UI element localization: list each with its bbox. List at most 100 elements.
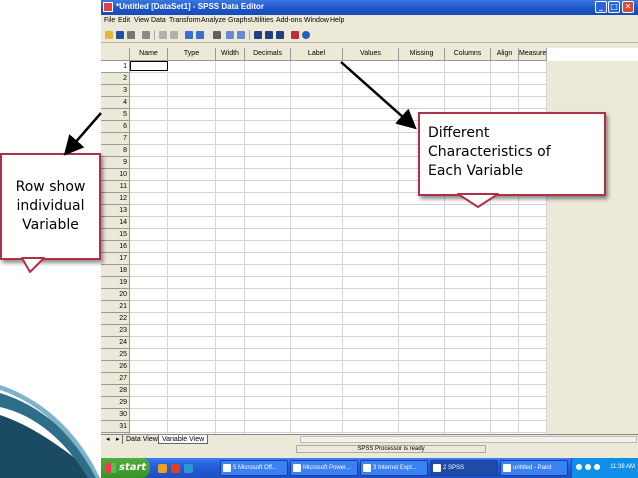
- insert-variable-icon[interactable]: [237, 31, 245, 39]
- task-microsoft-office[interactable]: 5 Microsoft Off...: [220, 460, 288, 476]
- column-header-width[interactable]: Width: [216, 48, 245, 61]
- column-header-columns[interactable]: Columns: [445, 48, 491, 61]
- menu-data[interactable]: Data: [151, 17, 166, 24]
- row-header[interactable]: 29: [101, 397, 130, 409]
- row-header[interactable]: 15: [101, 229, 130, 241]
- goto-case-icon[interactable]: [185, 31, 193, 39]
- windows-logo-icon: [106, 463, 116, 473]
- variables-icon[interactable]: [196, 31, 204, 39]
- select-cases-icon[interactable]: [276, 31, 284, 39]
- row-header[interactable]: 21: [101, 301, 130, 313]
- column-header-values[interactable]: Values: [343, 48, 399, 61]
- column-header-align[interactable]: Align: [491, 48, 519, 61]
- column-header-name[interactable]: Name: [130, 48, 168, 61]
- row-header[interactable]: 23: [101, 325, 130, 337]
- task-paint[interactable]: untitled - Paint: [500, 460, 568, 476]
- value-labels-icon[interactable]: [291, 31, 299, 39]
- insert-cases-icon[interactable]: [226, 31, 234, 39]
- row-header[interactable]: 26: [101, 361, 130, 373]
- task-powerpoint[interactable]: Microsoft Power...: [290, 460, 358, 476]
- row-header[interactable]: 28: [101, 385, 130, 397]
- row-header[interactable]: 25: [101, 349, 130, 361]
- row-header[interactable]: 16: [101, 241, 130, 253]
- row-header[interactable]: 10: [101, 169, 130, 181]
- menu-utilities[interactable]: Utilities: [251, 17, 274, 24]
- row-header[interactable]: 4: [101, 97, 130, 109]
- column-header-missing[interactable]: Missing: [399, 48, 445, 61]
- quicklaunch-media-icon[interactable]: [171, 464, 180, 473]
- grid-row-line: [130, 384, 546, 385]
- open-icon[interactable]: [105, 31, 113, 39]
- tray-network-icon[interactable]: [576, 464, 582, 470]
- row-header[interactable]: 18: [101, 265, 130, 277]
- row-header[interactable]: 17: [101, 253, 130, 265]
- row-header[interactable]: 1: [101, 61, 130, 73]
- spss-icon: [433, 464, 441, 472]
- active-cell[interactable]: [130, 61, 168, 71]
- tab-nav-first[interactable]: ◂: [103, 435, 113, 444]
- row-header[interactable]: 7: [101, 133, 130, 145]
- menu-analyze[interactable]: Analyze: [201, 17, 226, 24]
- column-header-type[interactable]: Type: [168, 48, 216, 61]
- toolbar: [101, 27, 638, 43]
- menu-view[interactable]: View: [134, 17, 149, 24]
- undo-icon[interactable]: [159, 31, 167, 39]
- row-header[interactable]: 12: [101, 193, 130, 205]
- use-sets-icon[interactable]: [302, 31, 310, 39]
- grid-row-line: [130, 420, 546, 421]
- grid-corner[interactable]: [101, 48, 130, 61]
- row-header[interactable]: 5: [101, 109, 130, 121]
- split-file-icon[interactable]: [254, 31, 262, 39]
- row-header[interactable]: 20: [101, 289, 130, 301]
- row-header[interactable]: 22: [101, 313, 130, 325]
- start-button[interactable]: start: [101, 458, 150, 478]
- column-header-decimals[interactable]: Decimals: [245, 48, 291, 61]
- row-header[interactable]: 14: [101, 217, 130, 229]
- menu-graphs[interactable]: Graphs: [228, 17, 251, 24]
- row-header[interactable]: 8: [101, 145, 130, 157]
- grid-row-line: [130, 360, 546, 361]
- task-spss[interactable]: 2 SPSS: [430, 460, 498, 476]
- task-internet-explorer[interactable]: 3 Internet Expl...: [360, 460, 428, 476]
- row-header[interactable]: 9: [101, 157, 130, 169]
- menu-edit[interactable]: Edit: [118, 17, 130, 24]
- close-button[interactable]: ✕: [622, 1, 634, 13]
- quicklaunch-ie-icon[interactable]: [184, 464, 193, 473]
- minimize-button[interactable]: _: [595, 1, 607, 13]
- row-header[interactable]: 2: [101, 73, 130, 85]
- tab-variable-view[interactable]: Variable View: [158, 435, 209, 444]
- tab-data-view[interactable]: Data View: [122, 435, 161, 444]
- menu-file[interactable]: File: [104, 17, 115, 24]
- row-header[interactable]: 13: [101, 205, 130, 217]
- print-icon[interactable]: [127, 31, 135, 39]
- quicklaunch-outlook-icon[interactable]: [158, 464, 167, 473]
- redo-icon[interactable]: [170, 31, 178, 39]
- row-header[interactable]: 24: [101, 337, 130, 349]
- grid-row-line: [130, 216, 546, 217]
- tray-security-icon[interactable]: [594, 464, 600, 470]
- column-header-measure[interactable]: Measure: [519, 48, 547, 61]
- row-header[interactable]: 27: [101, 373, 130, 385]
- menu-add-ons[interactable]: Add-ons: [276, 17, 302, 24]
- find-icon[interactable]: [213, 31, 221, 39]
- callout-columns: Different Characteristics of Each Variab…: [418, 112, 606, 196]
- title-bar[interactable]: *Untitled [DataSet1] - SPSS Data Editor …: [101, 0, 638, 15]
- horizontal-scrollbar[interactable]: [300, 436, 637, 443]
- row-header[interactable]: 19: [101, 277, 130, 289]
- row-header[interactable]: 30: [101, 409, 130, 421]
- row-header[interactable]: 3: [101, 85, 130, 97]
- sheet-tabs: ◂ ▸ Data View Variable View: [101, 434, 638, 444]
- column-header-label[interactable]: Label: [291, 48, 343, 61]
- row-header[interactable]: 6: [101, 121, 130, 133]
- menu-transform[interactable]: Transform: [169, 17, 201, 24]
- dialog-recall-icon[interactable]: [142, 31, 150, 39]
- save-icon[interactable]: [116, 31, 124, 39]
- tray-volume-icon[interactable]: [585, 464, 591, 470]
- maximize-button[interactable]: □: [608, 1, 620, 13]
- grid-row-line: [130, 108, 546, 109]
- row-header[interactable]: 31: [101, 421, 130, 433]
- weight-cases-icon[interactable]: [265, 31, 273, 39]
- menu-window[interactable]: Window: [304, 17, 329, 24]
- row-header[interactable]: 11: [101, 181, 130, 193]
- menu-help[interactable]: Help: [330, 17, 344, 24]
